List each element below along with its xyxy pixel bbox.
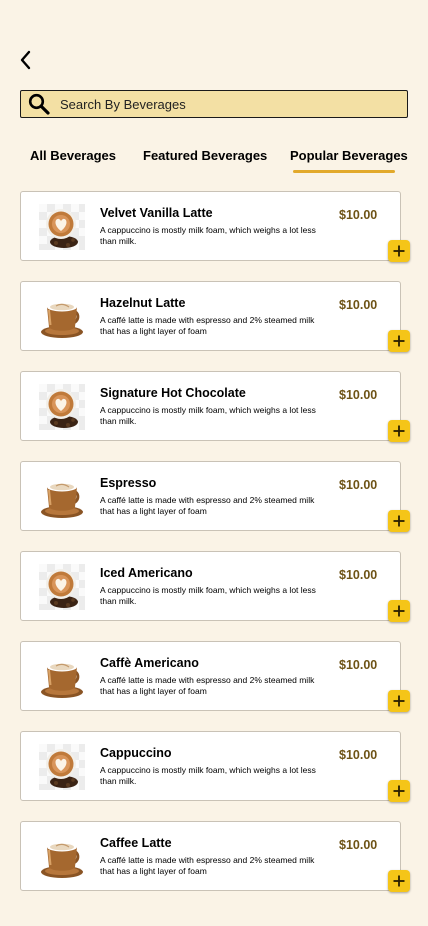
- search-icon: [28, 92, 52, 116]
- plus-icon: [392, 514, 406, 528]
- latte-art-cup-icon: [39, 744, 85, 790]
- latte-art-cup-icon: [39, 564, 85, 610]
- plus-icon: [392, 874, 406, 888]
- beverage-price: $10.00: [339, 208, 378, 222]
- back-button[interactable]: [14, 48, 38, 72]
- beverage-card[interactable]: Cappuccino A cappuccino is mostly milk fo…: [20, 731, 410, 802]
- coffee-mug-icon: [39, 834, 85, 880]
- beverage-description: A cappuccino is mostly milk foam, which …: [100, 405, 316, 426]
- beverage-price: $10.00: [339, 478, 378, 492]
- beverage-description: A caffé latte is made with espresso and …: [100, 315, 315, 336]
- beverage-price: $10.00: [339, 568, 378, 582]
- latte-art-cup-icon: [39, 204, 85, 250]
- plus-icon: [392, 424, 406, 438]
- beverage-name: Signature Hot Chocolate: [100, 386, 246, 400]
- beverage-card[interactable]: Espresso A caffé latte is made with espre…: [20, 461, 410, 532]
- beverage-card[interactable]: Signature Hot Chocolate A cappuccino is m…: [20, 371, 410, 442]
- beverage-price: $10.00: [339, 748, 378, 762]
- plus-icon: [392, 244, 406, 258]
- search-bar[interactable]: [20, 90, 408, 118]
- beverage-description: A cappuccino is mostly milk foam, which …: [100, 765, 316, 786]
- beverage-card[interactable]: Iced Americano A cappuccino is mostly mil…: [20, 551, 410, 622]
- add-to-cart-button[interactable]: [388, 690, 410, 712]
- add-to-cart-button[interactable]: [388, 510, 410, 532]
- tab-featured-beverages[interactable]: Featured Beverages: [143, 148, 267, 163]
- category-tabs: All Beverages Featured Beverages Popular…: [0, 148, 428, 178]
- plus-icon: [392, 334, 406, 348]
- plus-icon: [392, 694, 406, 708]
- add-to-cart-button[interactable]: [388, 600, 410, 622]
- chevron-left-icon: [20, 50, 31, 70]
- beverage-price: $10.00: [339, 298, 378, 312]
- beverage-name: Iced Americano: [100, 566, 193, 580]
- beverage-name: Hazelnut Latte: [100, 296, 186, 310]
- coffee-mug-icon: [39, 294, 85, 340]
- beverage-description: A caffé latte is made with espresso and …: [100, 675, 315, 696]
- beverage-card[interactable]: Velvet Vanilla Latte A cappuccino is most…: [20, 191, 410, 262]
- add-to-cart-button[interactable]: [388, 330, 410, 352]
- beverage-card[interactable]: Caffee Latte A caffé latte is made with e…: [20, 821, 410, 892]
- add-to-cart-button[interactable]: [388, 420, 410, 442]
- beverage-card[interactable]: Caffè Americano A caffé latte is made wit…: [20, 641, 410, 712]
- tab-all-beverages[interactable]: All Beverages: [30, 148, 116, 163]
- tab-popular-beverages[interactable]: Popular Beverages: [290, 148, 408, 163]
- beverage-description: A caffé latte is made with espresso and …: [100, 495, 315, 516]
- plus-icon: [392, 604, 406, 618]
- plus-icon: [392, 784, 406, 798]
- add-to-cart-button[interactable]: [388, 870, 410, 892]
- beverage-price: $10.00: [339, 388, 378, 402]
- beverage-price: $10.00: [339, 838, 378, 852]
- beverage-description: A caffé latte is made with espresso and …: [100, 855, 315, 876]
- beverage-description: A cappuccino is mostly milk foam, which …: [100, 585, 316, 606]
- beverage-name: Caffee Latte: [100, 836, 172, 850]
- beverage-name: Velvet Vanilla Latte: [100, 206, 213, 220]
- beverage-name: Cappuccino: [100, 746, 172, 760]
- coffee-mug-icon: [39, 654, 85, 700]
- add-to-cart-button[interactable]: [388, 780, 410, 802]
- add-to-cart-button[interactable]: [388, 240, 410, 262]
- coffee-mug-icon: [39, 474, 85, 520]
- beverage-list: Velvet Vanilla Latte A cappuccino is most…: [20, 191, 410, 911]
- beverage-card[interactable]: Hazelnut Latte A caffé latte is made with…: [20, 281, 410, 352]
- beverage-price: $10.00: [339, 658, 378, 672]
- latte-art-cup-icon: [39, 384, 85, 430]
- beverage-name: Caffè Americano: [100, 656, 199, 670]
- beverage-description: A cappuccino is mostly milk foam, which …: [100, 225, 316, 246]
- search-input[interactable]: [60, 96, 407, 112]
- beverage-name: Espresso: [100, 476, 157, 490]
- active-tab-indicator: [293, 170, 395, 173]
